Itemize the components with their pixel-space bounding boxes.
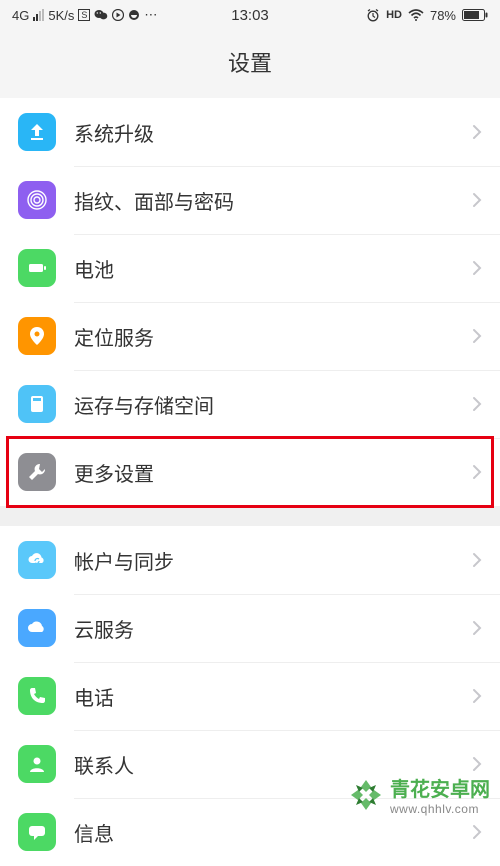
cloud-sync-icon [18, 541, 56, 579]
data-speed: 5K/s [48, 8, 74, 23]
message-icon [18, 813, 56, 851]
more-notifications-icon [144, 7, 157, 23]
watermark-url: www.qhhlv.com [390, 802, 490, 816]
chevron-right-icon [472, 756, 482, 772]
settings-row-storage[interactable]: 运存与存储空间 [0, 370, 500, 438]
chevron-right-icon [472, 620, 482, 636]
row-label: 信息 [74, 818, 472, 847]
chevron-right-icon [472, 688, 482, 704]
phone-icon [18, 677, 56, 715]
status-time: 13:03 [231, 7, 269, 24]
row-label: 指纹、面部与密码 [74, 186, 472, 215]
wifi-icon [408, 9, 424, 21]
cloud-icon [18, 609, 56, 647]
play-icon [112, 9, 124, 21]
app-icon [128, 9, 140, 21]
battery-icon [462, 9, 488, 21]
battery-percent: 78% [430, 8, 456, 23]
chevron-right-icon [472, 124, 482, 140]
row-label: 定位服务 [74, 322, 472, 351]
battery-icon [18, 249, 56, 287]
signal-icon [33, 9, 44, 21]
settings-row-more-settings[interactable]: 更多设置 [0, 438, 500, 506]
settings-list: 系统升级指纹、面部与密码电池定位服务运存与存储空间更多设置帐户与同步云服务电话联… [0, 98, 500, 866]
status-left: 4G 5K/s S [12, 7, 157, 23]
sim-indicator-icon: S [78, 9, 90, 21]
row-label: 运存与存储空间 [74, 390, 472, 419]
settings-row-battery[interactable]: 电池 [0, 234, 500, 302]
settings-row-system-upgrade[interactable]: 系统升级 [0, 98, 500, 166]
chevron-right-icon [472, 396, 482, 412]
location-icon [18, 317, 56, 355]
settings-row-biometrics[interactable]: 指纹、面部与密码 [0, 166, 500, 234]
status-bar: 4G 5K/s S 13:03 HD 78% [0, 0, 500, 30]
watermark-icon [348, 777, 384, 813]
fingerprint-icon [18, 181, 56, 219]
watermark-brand: 青花安卓网 [390, 779, 490, 801]
settings-row-location[interactable]: 定位服务 [0, 302, 500, 370]
settings-row-cloud[interactable]: 云服务 [0, 594, 500, 662]
row-label: 云服务 [74, 614, 472, 643]
chevron-right-icon [472, 464, 482, 480]
status-right: HD 78% [366, 8, 488, 23]
wechat-icon [94, 9, 108, 21]
alarm-icon [366, 8, 380, 22]
watermark: 青花安卓网 www.qhhlv.com [348, 773, 490, 816]
row-label: 更多设置 [74, 458, 472, 487]
chevron-right-icon [472, 192, 482, 208]
row-label: 帐户与同步 [74, 546, 472, 575]
row-label: 电话 [74, 682, 472, 711]
row-label: 电池 [74, 254, 472, 283]
settings-row-phone[interactable]: 电话 [0, 662, 500, 730]
page-title: 设置 [0, 30, 500, 98]
storage-icon [18, 385, 56, 423]
upgrade-icon [18, 113, 56, 151]
wrench-icon [18, 453, 56, 491]
chevron-right-icon [472, 824, 482, 840]
chevron-right-icon [472, 328, 482, 344]
chevron-right-icon [472, 260, 482, 276]
chevron-right-icon [472, 552, 482, 568]
hd-indicator: HD [386, 9, 402, 21]
network-type: 4G [12, 8, 29, 23]
settings-row-account-sync[interactable]: 帐户与同步 [0, 526, 500, 594]
contact-icon [18, 745, 56, 783]
row-label: 系统升级 [74, 118, 472, 147]
